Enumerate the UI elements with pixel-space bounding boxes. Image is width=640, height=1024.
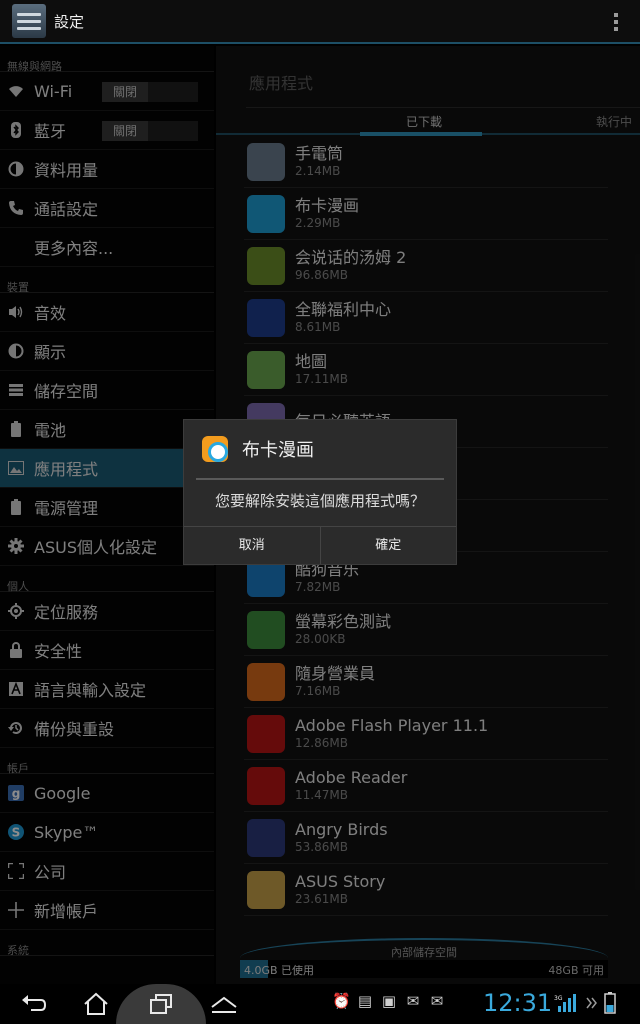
mail-icon: ✉	[406, 992, 420, 1010]
alarm-icon: ⏰	[332, 992, 351, 1010]
dialog-message: 您要解除安裝這個應用程式嗎？	[214, 492, 425, 510]
home-icon	[84, 992, 108, 1015]
overflow-menu-icon[interactable]	[614, 13, 618, 31]
system-bar: ⏰ ▤ ▣ ✉ ✉ 12:31 3G	[0, 984, 640, 1024]
app-icon	[202, 436, 228, 462]
dialog-header: 布卡漫画	[196, 420, 444, 480]
recent-apps-icon	[150, 994, 172, 1014]
cancel-button[interactable]: 取消	[184, 527, 320, 564]
notification-icons[interactable]: ⏰ ▤ ▣ ✉ ✉	[332, 992, 446, 1010]
dialog-title: 布卡漫画	[242, 440, 314, 461]
signal-3g-icon: 3G	[554, 994, 576, 1012]
svg-text:3G: 3G	[554, 995, 563, 1002]
settings-app-icon[interactable]	[12, 4, 46, 38]
status-icons[interactable]: 3G	[554, 992, 616, 1014]
back-button[interactable]	[14, 988, 54, 1020]
mail-icon: ✉	[430, 992, 444, 1010]
menu-button[interactable]	[204, 988, 244, 1020]
page-title: 設定	[54, 12, 85, 31]
dialog-buttons: 取消 確定	[184, 526, 456, 564]
chevron-right-icon	[586, 997, 597, 1009]
battery-icon	[604, 992, 616, 1014]
clock[interactable]: 12:31	[483, 989, 552, 1017]
uninstall-dialog: 布卡漫画 您要解除安裝這個應用程式嗎？ 取消 確定	[183, 419, 457, 565]
chevron-up-icon	[211, 996, 237, 1013]
clipboard-icon: ▤	[357, 992, 373, 1010]
back-icon	[22, 995, 47, 1011]
image-icon: ▣	[381, 992, 397, 1010]
action-bar: 設定	[0, 0, 640, 44]
recents-button[interactable]	[141, 988, 181, 1020]
home-button[interactable]	[76, 988, 116, 1020]
ok-button[interactable]: 確定	[319, 527, 457, 564]
